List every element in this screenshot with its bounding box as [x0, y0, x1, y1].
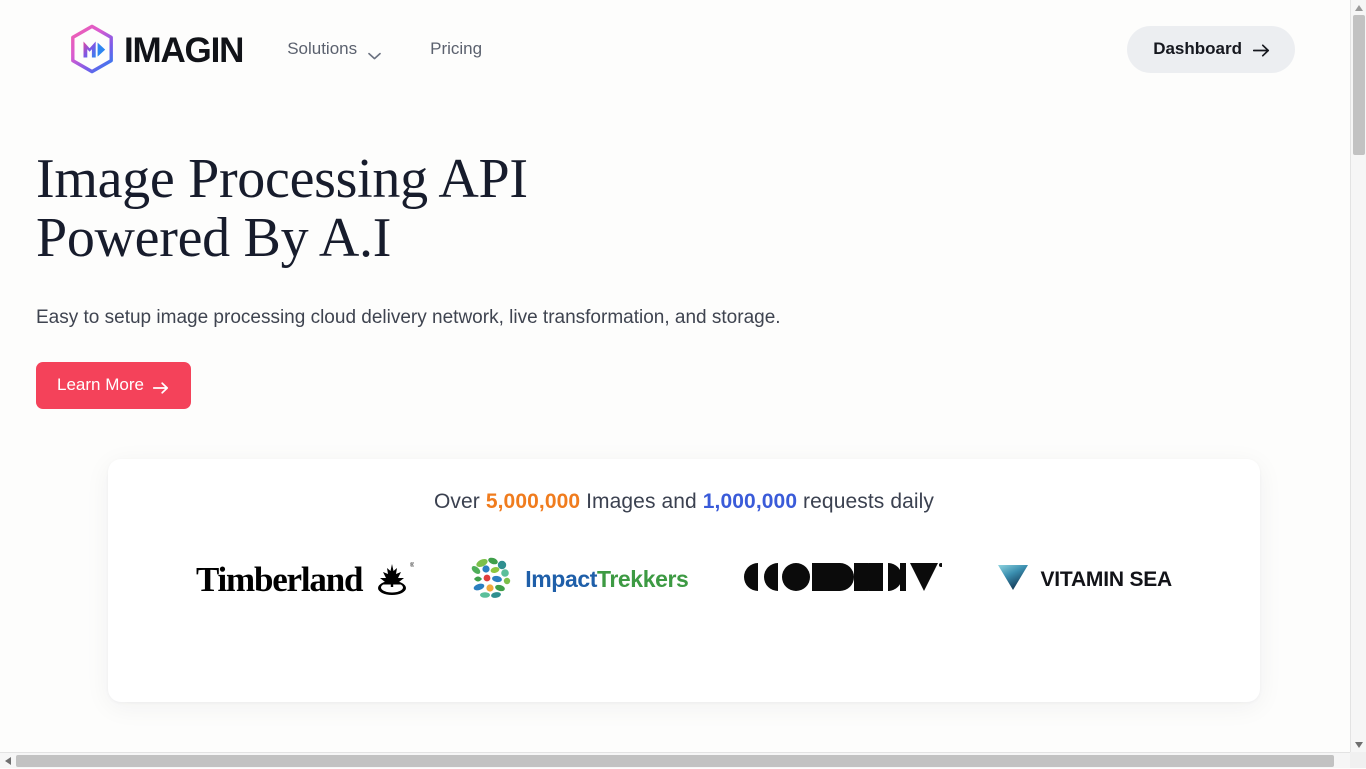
vitamin-sea-wordmark: VITAMIN SEA [1040, 569, 1172, 590]
impact-trekkers-wordmark: ImpactTrekkers [525, 568, 688, 591]
impact-mosaic-circle-icon [468, 554, 516, 605]
arrow-right-icon [1253, 42, 1270, 55]
nav-item-pricing[interactable]: Pricing [430, 39, 482, 59]
scroll-left-arrow-icon[interactable] [0, 753, 16, 769]
main-nav: Solutions Pricing [287, 39, 482, 59]
logo-geometria [742, 561, 942, 598]
vitamin-sea-triangle-icon [996, 561, 1030, 598]
geometric-wordmark-icon [742, 561, 942, 598]
stats-prefix: Over [434, 490, 480, 513]
page-title: Image Processing API Powered By A.I [36, 150, 781, 269]
stats-suffix: requests daily [803, 490, 934, 513]
brand-logo[interactable]: IMAGIN [69, 24, 243, 74]
horizontal-scrollbar[interactable] [0, 752, 1366, 768]
logo-impact-trekkers: ImpactTrekkers [468, 554, 688, 605]
site-header: IMAGIN Solutions Pricing Dashboard [0, 0, 1350, 98]
logo-timberland: Timberland ® [196, 557, 414, 602]
horizontal-scrollbar-thumb[interactable] [16, 755, 1334, 767]
scrollbar-corner [1350, 752, 1366, 768]
chevron-down-icon [368, 45, 381, 53]
nav-item-label: Pricing [430, 39, 482, 59]
arrow-right-icon [153, 379, 169, 391]
brand-name: IMAGIN [124, 33, 243, 68]
page-viewport: IMAGIN Solutions Pricing Dashboard [0, 0, 1350, 752]
stats-card: Over 5,000,000 Images and 1,000,000 requ… [108, 459, 1260, 702]
nav-item-solutions[interactable]: Solutions [287, 39, 381, 59]
timberland-tree-icon: ® [370, 557, 414, 602]
vertical-scrollbar-thumb[interactable] [1353, 15, 1365, 155]
trekkers-word: Trekkers [597, 566, 688, 592]
stats-images-count: 5,000,000 [486, 490, 580, 513]
svg-text:®: ® [410, 562, 414, 569]
stats-headline: Over 5,000,000 Images and 1,000,000 requ… [434, 490, 934, 514]
learn-more-label: Learn More [57, 375, 144, 395]
hero-subheading: Easy to setup image processing cloud del… [36, 307, 781, 329]
hexagon-m-logo-icon [69, 24, 115, 74]
stats-middle: Images and [586, 490, 697, 513]
dashboard-button-label: Dashboard [1153, 39, 1242, 59]
scroll-up-arrow-icon[interactable] [1351, 0, 1366, 15]
logo-vitamin-sea: VITAMIN SEA [996, 561, 1172, 598]
hero-section: Image Processing API Powered By A.I Easy… [36, 150, 781, 409]
dashboard-button[interactable]: Dashboard [1127, 26, 1295, 73]
learn-more-button[interactable]: Learn More [36, 362, 191, 409]
vertical-scrollbar[interactable] [1350, 0, 1366, 752]
impact-word: Impact [525, 566, 597, 592]
timberland-wordmark: Timberland [196, 562, 362, 597]
client-logos-row: Timberland ® [108, 554, 1260, 605]
nav-item-label: Solutions [287, 39, 357, 59]
stats-requests-count: 1,000,000 [703, 490, 797, 513]
scroll-down-arrow-icon[interactable] [1351, 737, 1366, 752]
